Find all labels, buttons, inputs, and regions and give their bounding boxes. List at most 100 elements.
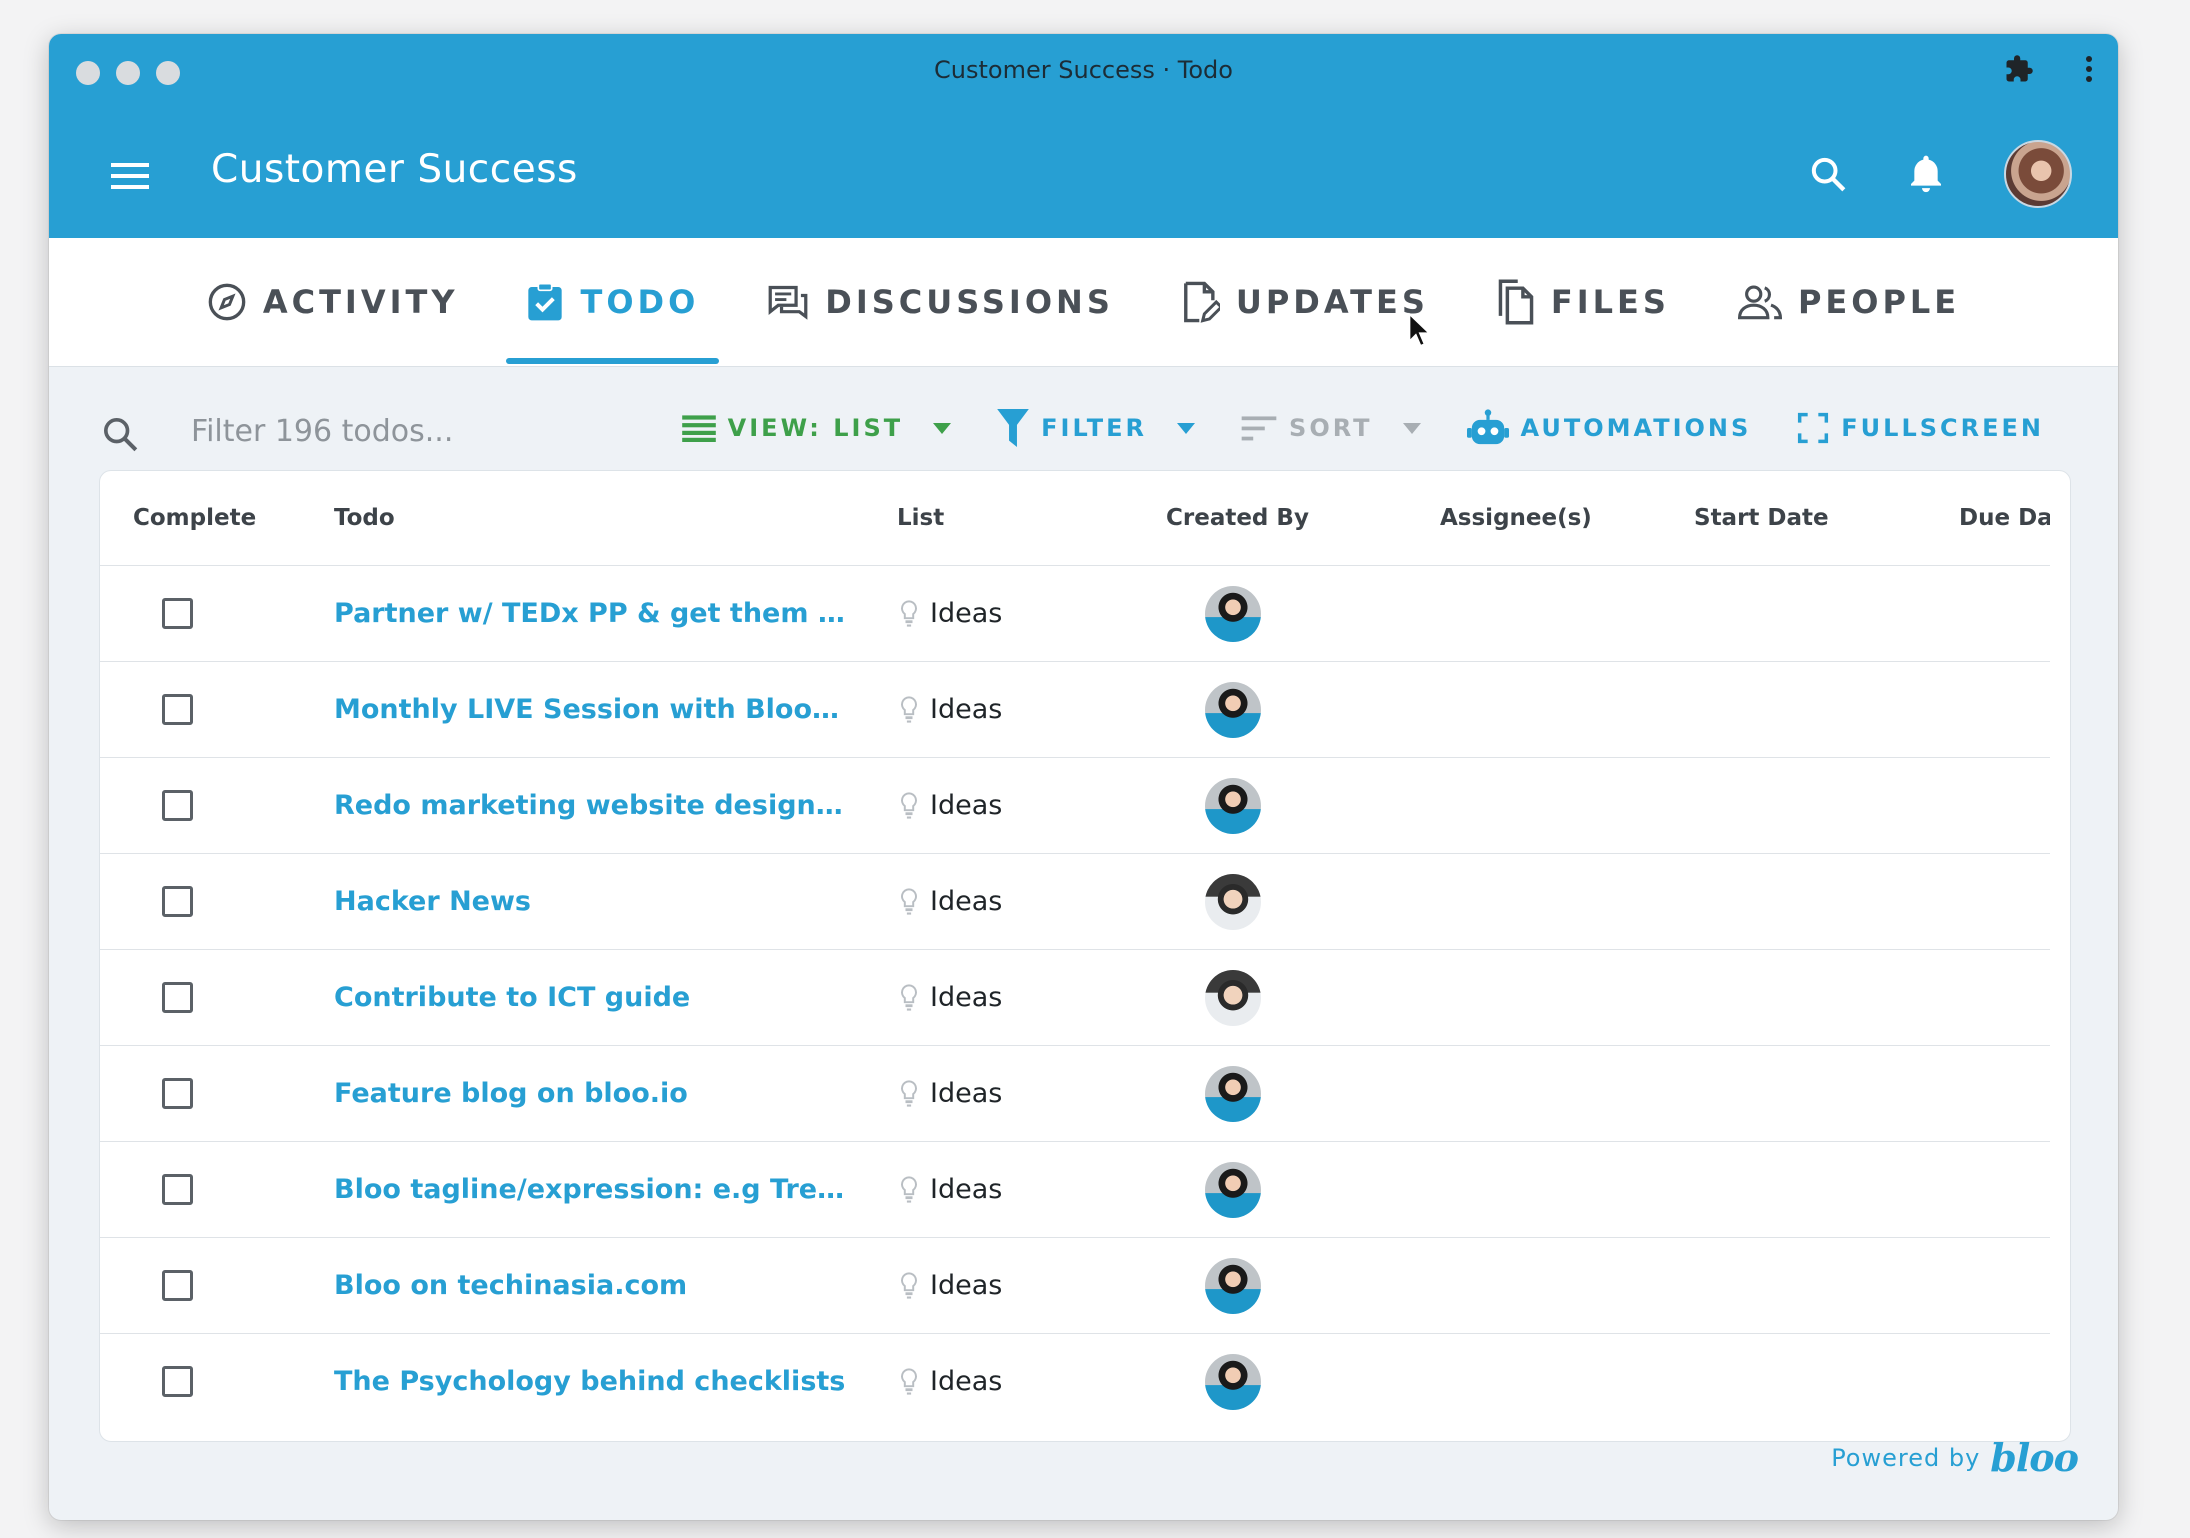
menu-icon[interactable]	[111, 162, 149, 190]
due-date-cell[interactable]	[1947, 853, 2050, 950]
column-header-complete[interactable]: Complete	[100, 471, 308, 566]
list-name[interactable]: Ideas	[930, 694, 1002, 725]
complete-checkbox[interactable]	[162, 598, 193, 629]
user-avatar[interactable]	[2004, 140, 2072, 208]
assignees-cell[interactable]	[1425, 1045, 1683, 1142]
todo-title-link[interactable]: Monthly LIVE Session with Bloo Tea...	[334, 694, 846, 725]
creator-avatar[interactable]	[1205, 585, 1261, 642]
tab-activity[interactable]: ACTIVITY	[173, 238, 493, 366]
due-date-cell[interactable]	[1947, 1141, 2050, 1238]
column-header-start-date[interactable]: Start Date	[1683, 471, 1947, 566]
filter-todos-input[interactable]	[189, 408, 733, 454]
table-row[interactable]: Contribute to ICT guide Ideas	[100, 949, 2050, 1046]
more-vert-icon[interactable]	[2084, 54, 2094, 84]
creator-avatar[interactable]	[1205, 777, 1261, 834]
start-date-cell[interactable]	[1683, 853, 1947, 950]
list-name[interactable]: Ideas	[930, 1078, 1002, 1109]
creator-avatar[interactable]	[1205, 681, 1261, 738]
todo-title-link[interactable]: Redo marketing website design for ...	[334, 790, 846, 821]
creator-avatar[interactable]	[1205, 1353, 1261, 1410]
start-date-cell[interactable]	[1683, 1141, 1947, 1238]
column-header-list[interactable]: List	[872, 471, 1155, 566]
creator-avatar[interactable]	[1205, 873, 1261, 930]
todo-title-link[interactable]: Partner w/ TEDx PP & get them on B...	[334, 598, 846, 629]
start-date-cell[interactable]	[1683, 757, 1947, 854]
fullscreen-button[interactable]: FULLSCREEN	[1797, 412, 2044, 444]
creator-avatar[interactable]	[1205, 969, 1261, 1026]
due-date-cell[interactable]	[1947, 565, 2050, 662]
todo-cell: Contribute to ICT guide	[308, 949, 872, 1046]
assignees-cell[interactable]	[1425, 1237, 1683, 1334]
creator-avatar[interactable]	[1205, 1065, 1261, 1122]
due-date-cell[interactable]	[1947, 757, 2050, 854]
table-row[interactable]: Feature blog on bloo.io Ideas	[100, 1045, 2050, 1142]
mouse-cursor-icon	[1408, 312, 1430, 347]
assignees-cell[interactable]	[1425, 757, 1683, 854]
due-date-cell[interactable]	[1947, 1237, 2050, 1334]
assignees-cell[interactable]	[1425, 949, 1683, 1046]
start-date-cell[interactable]	[1683, 565, 1947, 662]
filter-button[interactable]: FILTER	[997, 409, 1196, 447]
automations-button[interactable]: AUTOMATIONS	[1466, 408, 1752, 448]
table-row[interactable]: Bloo tagline/expression: e.g Trello y...…	[100, 1141, 2050, 1238]
table-row[interactable]: The Psychology behind checklists Ideas	[100, 1334, 2050, 1430]
assignees-cell[interactable]	[1425, 1141, 1683, 1238]
table-row[interactable]: Monthly LIVE Session with Bloo Tea... Id…	[100, 661, 2050, 758]
table-row[interactable]: Partner w/ TEDx PP & get them on B... Id…	[100, 565, 2050, 662]
assignees-cell[interactable]	[1425, 1334, 1683, 1430]
column-header-created-by[interactable]: Created By	[1155, 471, 1425, 566]
column-header-assignees[interactable]: Assignee(s)	[1425, 471, 1683, 566]
complete-checkbox[interactable]	[162, 886, 193, 917]
list-name[interactable]: Ideas	[930, 598, 1002, 629]
complete-checkbox[interactable]	[162, 1366, 193, 1397]
assignees-cell[interactable]	[1425, 661, 1683, 758]
list-name[interactable]: Ideas	[930, 886, 1002, 917]
complete-checkbox[interactable]	[162, 1270, 193, 1301]
assignees-cell[interactable]	[1425, 565, 1683, 662]
todo-title-link[interactable]: Bloo on techinasia.com	[334, 1270, 846, 1301]
start-date-cell[interactable]	[1683, 949, 1947, 1046]
tab-todo[interactable]: TODO	[492, 238, 733, 366]
bell-icon[interactable]	[1906, 152, 1946, 196]
todo-title-link[interactable]: The Psychology behind checklists	[334, 1366, 846, 1397]
start-date-cell[interactable]	[1683, 1045, 1947, 1142]
todo-title-link[interactable]: Hacker News	[334, 886, 846, 917]
due-date-cell[interactable]	[1947, 1045, 2050, 1142]
assignees-cell[interactable]	[1425, 853, 1683, 950]
start-date-cell[interactable]	[1683, 661, 1947, 758]
list-name[interactable]: Ideas	[930, 1270, 1002, 1301]
search-icon[interactable]	[1808, 154, 1848, 194]
complete-checkbox[interactable]	[162, 982, 193, 1013]
view-list-button[interactable]: VIEW: LIST	[681, 414, 952, 442]
list-name[interactable]: Ideas	[930, 1174, 1002, 1205]
complete-checkbox[interactable]	[162, 1078, 193, 1109]
todo-title-link[interactable]: Feature blog on bloo.io	[334, 1078, 846, 1109]
due-date-cell[interactable]	[1947, 1334, 2050, 1430]
table-row[interactable]: Hacker News Ideas	[100, 853, 2050, 950]
table-row[interactable]: Bloo on techinasia.com Ideas	[100, 1237, 2050, 1334]
table-row[interactable]: Redo marketing website design for ... Id…	[100, 757, 2050, 854]
creator-avatar[interactable]	[1205, 1161, 1261, 1218]
due-date-cell[interactable]	[1947, 949, 2050, 1046]
todo-title-link[interactable]: Bloo tagline/expression: e.g Trello y...	[334, 1174, 846, 1205]
creator-avatar[interactable]	[1205, 1257, 1261, 1314]
start-date-cell[interactable]	[1683, 1334, 1947, 1430]
complete-checkbox[interactable]	[162, 790, 193, 821]
complete-checkbox[interactable]	[162, 694, 193, 725]
list-name[interactable]: Ideas	[930, 982, 1002, 1013]
tab-discussions[interactable]: DISCUSSIONS	[733, 238, 1148, 366]
tab-people[interactable]: PEOPLE	[1704, 238, 1994, 366]
tab-files[interactable]: FILES	[1463, 238, 1704, 366]
todo-table: Complete Todo List Created By Assignee(s…	[100, 471, 2050, 1429]
todo-title-link[interactable]: Contribute to ICT guide	[334, 982, 846, 1013]
list-name[interactable]: Ideas	[930, 790, 1002, 821]
puzzle-icon[interactable]	[2004, 54, 2034, 84]
column-header-todo[interactable]: Todo	[308, 471, 872, 566]
complete-checkbox[interactable]	[162, 1174, 193, 1205]
start-date-cell[interactable]	[1683, 1237, 1947, 1334]
list-name[interactable]: Ideas	[930, 1366, 1002, 1397]
powered-by-footer[interactable]: Powered by bloo	[1831, 1435, 2079, 1480]
column-header-due-date[interactable]: Due Date	[1947, 471, 2050, 566]
sort-button[interactable]: SORT	[1241, 414, 1421, 442]
due-date-cell[interactable]	[1947, 661, 2050, 758]
